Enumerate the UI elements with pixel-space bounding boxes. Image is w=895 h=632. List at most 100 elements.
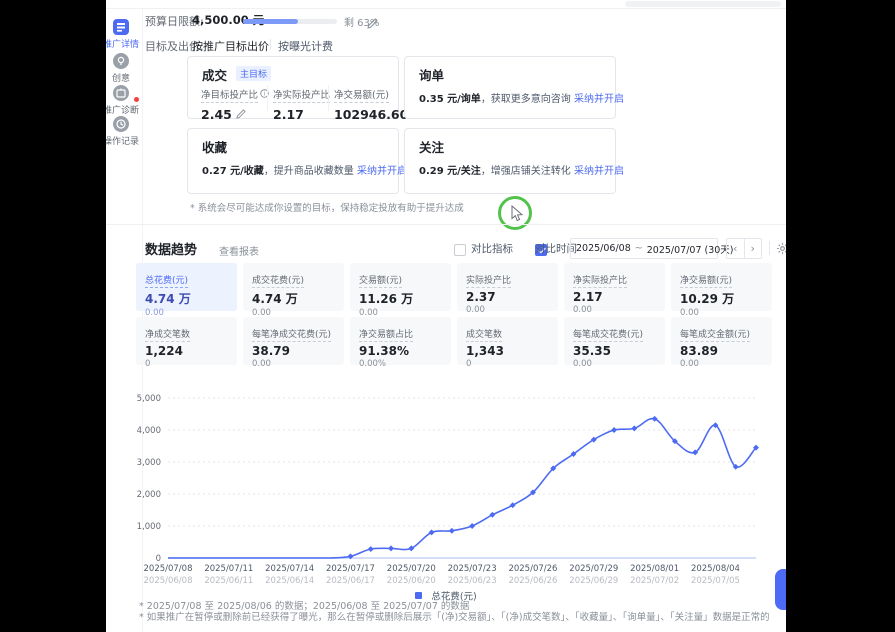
- tile-label: 成交笔数: [466, 327, 502, 342]
- tile-value: 91.38%: [359, 344, 442, 358]
- metric-tile-12[interactable]: 每笔成交金额(元)83.890.00: [671, 317, 772, 365]
- sidebar-item-label: 推广诊断: [106, 103, 145, 116]
- follow-adopt-link[interactable]: 采纳并开启: [574, 166, 624, 177]
- view-report-link[interactable]: 查看报表: [219, 243, 259, 258]
- tile-value: 2.37: [466, 290, 549, 304]
- diagnosis-icon: [113, 85, 129, 101]
- favorite-rate: 0.27 元/收藏: [202, 166, 264, 177]
- metric-tile-3[interactable]: 交易额(元)11.26 万0.00: [350, 263, 451, 311]
- tile-label: 净实际投产比: [573, 273, 627, 288]
- svg-text:2025/07/29: 2025/07/29: [569, 564, 618, 574]
- metric-tile-11[interactable]: 每笔成交花费(元)35.350.00: [564, 317, 665, 365]
- compare-metric-label: 对比指标: [471, 241, 513, 256]
- tile-value: 1,224: [145, 344, 228, 358]
- promotion-detail-icon: [113, 19, 129, 35]
- svg-text:2,000: 2,000: [137, 490, 161, 500]
- tile-compare-value: 0.00: [573, 305, 656, 315]
- metric-value: 102946.60: [334, 107, 408, 122]
- date-end: 2025/07/07 (30天): [647, 242, 734, 256]
- tile-compare-value: 0: [466, 359, 549, 369]
- tile-compare-value: 0.00: [680, 359, 763, 369]
- svg-text:3,000: 3,000: [137, 458, 161, 468]
- svg-text:2025/08/01: 2025/08/01: [630, 564, 679, 574]
- metric-tile-8[interactable]: 每笔净成交花费(元)38.790.00: [243, 317, 344, 365]
- tab-goal-bidding[interactable]: 按推广目标出价: [192, 38, 269, 54]
- tile-value: 2.17: [573, 290, 656, 304]
- tile-value: 83.89: [680, 344, 763, 358]
- tile-compare-value: 0.00: [252, 359, 335, 369]
- horizontal-scrollbar[interactable]: [625, 1, 781, 7]
- svg-text:4,000: 4,000: [137, 426, 161, 436]
- sidebar-item-label: 推广详情: [106, 37, 145, 50]
- trend-chart: 5,0004,0003,0002,0001,00002025/07/082025…: [128, 388, 778, 586]
- svg-text:2025/07/23: 2025/07/23: [448, 564, 497, 574]
- tile-compare-value: 0.00: [466, 305, 549, 315]
- tile-value: 1,343: [466, 344, 549, 358]
- metric-tile-1[interactable]: 总花费(元)4.74 万0.00: [136, 263, 237, 311]
- metric-tile-6[interactable]: 净交易额(元)10.29 万0.00: [671, 263, 772, 311]
- date-range-input[interactable]: 2025/06/08 ~ 2025/07/07 (30天): [570, 238, 718, 259]
- inquiry-card-title: 询单: [419, 65, 444, 84]
- prev-period-button[interactable]: ‹: [727, 239, 745, 258]
- creative-icon: [113, 53, 129, 69]
- cursor-icon: [511, 205, 524, 222]
- metric-label: 净目标投产比: [201, 90, 258, 103]
- sidebar-item-2[interactable]: 创意: [106, 53, 145, 84]
- settings-gear-icon[interactable]: [776, 240, 786, 259]
- sidebar-item-4[interactable]: 操作记录: [106, 116, 145, 147]
- roi-edit-icon[interactable]: [236, 107, 246, 122]
- metric-divider: [328, 85, 329, 111]
- sidebar-item-label: 创意: [106, 71, 145, 84]
- svg-text:5,000: 5,000: [137, 394, 161, 404]
- follow-desc: ，增强店铺关注转化: [481, 166, 574, 177]
- svg-text:0: 0: [156, 554, 161, 564]
- sidebar-item-1[interactable]: 推广详情: [106, 19, 145, 50]
- section-divider: [106, 224, 786, 225]
- tile-label: 净交易额(元): [680, 273, 732, 288]
- tile-compare-value: 0.00%: [359, 359, 442, 369]
- chart-footnote-2: * 如果推广在暂停或删除前已经获得了曝光，那么在暂停或删除后展示「(净)交易额」…: [139, 609, 770, 623]
- next-period-button[interactable]: ›: [745, 239, 762, 258]
- follow-card-title: 关注: [419, 137, 444, 156]
- budget-progress-fill: [243, 19, 298, 24]
- tile-value: 4.74 万: [252, 290, 335, 307]
- svg-text:2025/07/14: 2025/07/14: [265, 564, 314, 574]
- tile-value: 4.74 万: [145, 290, 228, 307]
- metric-tile-10[interactable]: 成交笔数1,3430: [457, 317, 558, 365]
- goal-card-follow: 关注 0.29 元/关注，增强店铺关注转化 采纳并开启: [404, 128, 616, 194]
- budget-progress: [243, 19, 337, 24]
- favorite-card-title: 收藏: [202, 137, 227, 156]
- favorite-adopt-link[interactable]: 采纳并开启: [357, 166, 407, 177]
- tile-value: 10.29 万: [680, 290, 763, 307]
- compare-metric-checkbox[interactable]: [454, 244, 466, 256]
- deal-card-title: 成交: [202, 65, 227, 84]
- tab-exposure-billing[interactable]: 按曝光计费: [278, 38, 333, 54]
- notification-dot: [134, 97, 139, 102]
- tile-compare-value: 0: [145, 359, 228, 369]
- side-panel-toggle[interactable]: [775, 569, 786, 610]
- svg-text:2025/07/11: 2025/07/11: [204, 564, 253, 574]
- tile-label: 实际投产比: [466, 273, 511, 288]
- sidebar-item-3[interactable]: 推广诊断: [106, 85, 145, 116]
- goal-cards-note: * 系统会尽可能达成你设置的目标，保持稳定投放有助于提升达成: [190, 200, 464, 214]
- svg-text:2025/08/04: 2025/08/04: [691, 564, 740, 574]
- metric-tile-4[interactable]: 实际投产比2.370.00: [457, 263, 558, 311]
- tile-label: 净成交笔数: [145, 327, 190, 342]
- metric-divider: [267, 85, 268, 111]
- tile-label: 成交花费(元): [252, 273, 304, 288]
- controls-divider: [769, 241, 770, 255]
- metric-tile-7[interactable]: 净成交笔数1,2240: [136, 317, 237, 365]
- budget-edit-icon[interactable]: [367, 14, 378, 33]
- trend-section-title: 数据趋势: [145, 239, 197, 258]
- svg-text:2025/07/26: 2025/07/26: [508, 564, 557, 574]
- top-divider: [106, 8, 786, 9]
- metric-tile-5[interactable]: 净实际投产比2.170.00: [564, 263, 665, 311]
- tile-compare-value: 0.00: [573, 359, 656, 369]
- metric-tile-9[interactable]: 净交易额占比91.38%0.00%: [350, 317, 451, 365]
- metric-tile-2[interactable]: 成交花费(元)4.74 万0.00: [243, 263, 344, 311]
- tile-label: 每笔成交金额(元): [680, 327, 750, 342]
- metric-value: 2.45: [201, 107, 232, 122]
- inquiry-adopt-link[interactable]: 采纳并开启: [574, 94, 624, 105]
- goal-card-inquiry: 询单 0.35 元/询单，获取更多意向咨询 采纳并开启: [404, 56, 616, 119]
- tab-divider: [270, 39, 271, 50]
